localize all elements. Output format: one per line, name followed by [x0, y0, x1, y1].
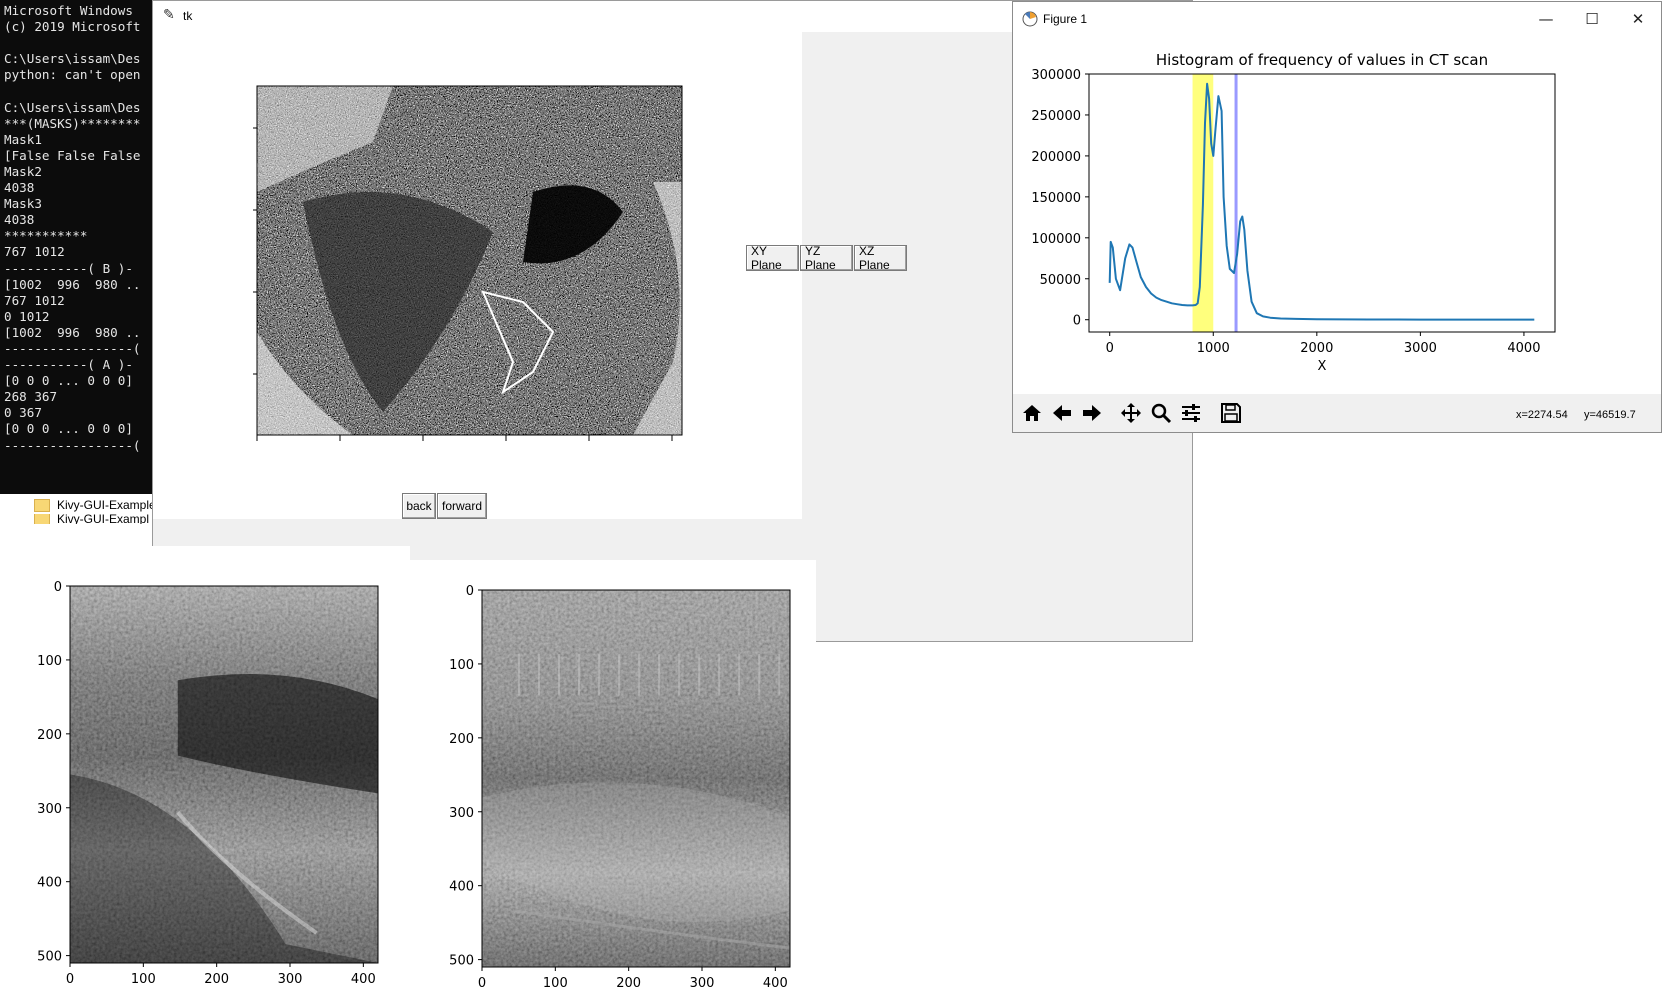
home-icon[interactable] [1017, 398, 1046, 427]
back-arrow-icon[interactable] [1047, 398, 1076, 427]
y-tick-label: 400 [37, 876, 62, 891]
y-tick-label: 100000 [1031, 232, 1081, 247]
cursor-y-readout: y=46519.7 [1584, 409, 1636, 421]
save-icon[interactable] [1216, 398, 1245, 427]
ct-mask-image [253, 85, 683, 441]
y-tick-label: 0 [54, 580, 62, 595]
file-explorer: Kivy-GUI-Example Kivy-GUI-Exampl [0, 494, 156, 546]
console-output: Microsoft Windows (c) 2019 Microsoft C:\… [4, 3, 141, 453]
configure-subplots-icon[interactable] [1176, 398, 1205, 427]
x-tick-label: 300 [278, 972, 303, 987]
folder-label: Kivy-GUI-Example [57, 498, 156, 512]
x-tick-label: 400 [351, 972, 376, 987]
x-tick-label: 400 [763, 976, 788, 991]
xz-plane-button[interactable]: XZ Plane [854, 244, 907, 272]
y-tick-label: 100 [449, 658, 474, 673]
histogram-plot[interactable]: Histogram of frequency of values in CT s… [1013, 36, 1661, 394]
folder-label: Kivy-GUI-Exampl [57, 514, 150, 524]
y-tick-label: 150000 [1031, 191, 1081, 206]
maximize-icon[interactable]: ☐ [1569, 2, 1615, 36]
yz-plane-button[interactable]: YZ Plane [800, 244, 853, 272]
close-icon[interactable]: ✕ [1615, 2, 1661, 36]
x-tick-label: 2000 [1300, 341, 1333, 356]
console-window: Microsoft Windows (c) 2019 Microsoft C:\… [0, 0, 152, 494]
folder-item[interactable]: Kivy-GUI-Example [34, 494, 156, 516]
y-tick-label: 200 [37, 728, 62, 743]
y-tick-label: 0 [466, 584, 474, 599]
x-tick-label: 0 [478, 976, 486, 991]
y-tick-label: 200 [449, 732, 474, 747]
projection-image-1: 0 100 200 300 400 0 100 200 300 400 500 [37, 580, 379, 987]
y-tick-label: 0 [1073, 314, 1081, 329]
y-tick-label: 500 [37, 950, 62, 965]
x-tick-label: 0 [1106, 341, 1114, 356]
folder-icon [34, 498, 50, 512]
forward-arrow-icon[interactable] [1077, 398, 1106, 427]
zoom-icon[interactable] [1146, 398, 1175, 427]
figure-title-bar[interactable]: Figure 1 — ☐ ✕ [1013, 2, 1661, 36]
x-tick-label: 100 [131, 972, 156, 987]
y-tick-label: 400 [449, 880, 474, 895]
tk-title: tk [183, 9, 193, 23]
x-tick-label: 300 [690, 976, 715, 991]
y-tick-label: 50000 [1040, 273, 1081, 288]
y-tick-label: 100 [37, 654, 62, 669]
figure-window: Figure 1 — ☐ ✕ Histogram of frequency of… [1012, 1, 1662, 433]
y-tick-label: 300000 [1031, 68, 1081, 83]
cursor-x-readout: x=2274.54 [1516, 409, 1568, 421]
matplotlib-icon [1022, 11, 1038, 27]
x-axis-label: X [1318, 359, 1327, 374]
chart-title: Histogram of frequency of values in CT s… [1156, 51, 1488, 69]
x-tick-label: 100 [543, 976, 568, 991]
projection-image-2: 0 100 200 300 400 0 100 200 300 400 500 [449, 584, 791, 991]
y-tick-label: 200000 [1031, 150, 1081, 165]
x-tick-label: 0 [66, 972, 74, 987]
xy-plane-button[interactable]: XY Plane [746, 244, 799, 272]
x-tick-label: 3000 [1404, 341, 1437, 356]
forward-button[interactable]: forward [437, 493, 487, 519]
x-tick-label: 4000 [1507, 341, 1540, 356]
x-tick-label: 1000 [1197, 341, 1230, 356]
x-tick-label: 200 [616, 976, 641, 991]
projection-figure-2[interactable]: 0 100 200 300 400 0 100 200 300 400 500 [410, 560, 816, 998]
figure-toolbar: x=2274.54 y=46519.7 [1013, 395, 1661, 432]
x-tick-label: 200 [204, 972, 229, 987]
y-tick-label: 300 [37, 802, 62, 817]
pan-icon[interactable] [1116, 398, 1145, 427]
back-button[interactable]: back [402, 493, 436, 519]
minimize-icon[interactable]: — [1523, 2, 1569, 36]
histogram-series-line [1108, 82, 1535, 321]
ct-slice-canvas[interactable] [153, 32, 802, 519]
histogram-chart: Histogram of frequency of values in CT s… [1031, 51, 1556, 374]
projection-figure-1[interactable]: 0 100 200 300 400 0 100 200 300 400 500 [0, 546, 410, 998]
y-tick-label: 250000 [1031, 109, 1081, 124]
figure-title: Figure 1 [1043, 12, 1088, 26]
feather-icon: ✎ [163, 7, 175, 23]
folder-item[interactable]: Kivy-GUI-Exampl [34, 514, 149, 524]
y-tick-label: 500 [449, 954, 474, 969]
folder-icon [34, 514, 50, 524]
y-tick-label: 300 [449, 806, 474, 821]
